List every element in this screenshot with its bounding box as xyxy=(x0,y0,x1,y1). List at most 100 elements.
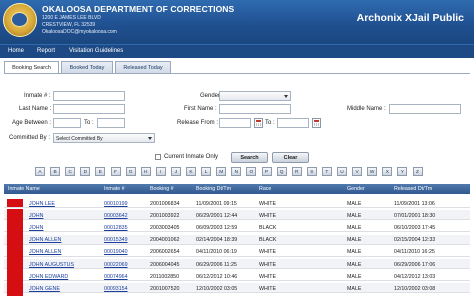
letter-filter-c[interactable]: C xyxy=(65,167,76,176)
booking-number: 2001006834 xyxy=(150,200,180,207)
letter-filter-i[interactable]: I xyxy=(155,167,166,176)
letter-filter-w[interactable]: W xyxy=(367,167,378,176)
last-name-label: Last Name : xyxy=(19,106,52,112)
first-name-input[interactable] xyxy=(219,104,291,114)
committed-by-select[interactable]: Select Committed By xyxy=(53,133,155,143)
inmate-number-link[interactable]: 00010199 xyxy=(104,201,128,207)
inmate-number-input[interactable] xyxy=(53,91,125,101)
calendar-icon[interactable] xyxy=(312,118,321,128)
inmate-name-link[interactable]: JOHN LEE xyxy=(29,201,55,207)
inmate-number-link[interactable]: 00074964 xyxy=(104,274,128,280)
booking-datetime: 06/29/2001 12:44 xyxy=(196,212,238,219)
col-race[interactable]: Race xyxy=(259,186,271,192)
col-released-datetime[interactable]: Released Dt/Tm xyxy=(394,186,432,192)
letter-filter-j[interactable]: J xyxy=(170,167,181,176)
race: WHITE xyxy=(259,273,277,280)
inmate-number-link[interactable]: 00022069 xyxy=(104,262,128,268)
inmate-name-link[interactable]: JOHN ALLEN xyxy=(29,249,61,255)
col-inmate-number[interactable]: Inmate # xyxy=(104,186,125,192)
col-inmate-name[interactable]: Inmate Name xyxy=(8,186,40,192)
inmate-name-link[interactable]: JOHN AUGUSTUS xyxy=(29,262,74,268)
calendar-icon[interactable] xyxy=(254,118,263,128)
letter-filter-y[interactable]: Y xyxy=(397,167,408,176)
nav-home[interactable]: Home xyxy=(8,48,24,54)
col-booking-number[interactable]: Booking # xyxy=(150,186,174,192)
booking-number: 2011002850 xyxy=(150,273,180,280)
chevron-down-icon xyxy=(284,95,288,98)
gender: MALE xyxy=(347,212,362,219)
age-between-label: Age Between : xyxy=(12,120,52,126)
agency-address-line1: 1200 E JAMES LEE BLVD xyxy=(42,15,101,21)
col-gender[interactable]: Gender xyxy=(347,186,365,192)
letter-filter-g[interactable]: G xyxy=(125,167,136,176)
released-datetime: 07/01/2001 18:30 xyxy=(394,212,436,219)
booking-datetime: 06/09/2003 12:59 xyxy=(196,224,238,231)
chevron-down-icon xyxy=(148,137,152,140)
inmate-name-link[interactable]: JOHN ALLEN xyxy=(29,237,61,243)
gender: MALE xyxy=(347,200,362,207)
nav-visitation-guidelines[interactable]: Visitation Guidelines xyxy=(69,48,123,54)
letter-filter-a[interactable]: A xyxy=(35,167,45,176)
race: WHITE xyxy=(259,249,277,256)
inmate-number-label: Inmate # : xyxy=(24,93,51,99)
race: WHITE xyxy=(259,285,277,292)
letter-filter-v[interactable]: V xyxy=(352,167,363,176)
inmate-number-link[interactable]: 00015349 xyxy=(104,237,128,243)
letter-filter-r[interactable]: R xyxy=(291,167,302,176)
release-from-input[interactable] xyxy=(219,118,251,128)
letter-filter-q[interactable]: Q xyxy=(276,167,287,176)
gender: MALE xyxy=(347,224,362,231)
age-to-input[interactable] xyxy=(97,118,125,128)
booking-number: 2006002654 xyxy=(150,249,180,256)
release-to-input[interactable] xyxy=(277,118,309,128)
letter-filter-t[interactable]: T xyxy=(321,167,332,176)
gender: MALE xyxy=(347,237,362,244)
letter-filter-x[interactable]: X xyxy=(382,167,393,176)
letter-filter-b[interactable]: B xyxy=(50,167,61,176)
letter-filter-k[interactable]: K xyxy=(186,167,196,176)
inmate-number-link[interactable]: 00012835 xyxy=(104,225,128,231)
letter-filter-s[interactable]: S xyxy=(306,167,317,176)
inmate-name-link[interactable]: JOHN GENE xyxy=(29,286,60,292)
released-datetime: 11/09/2001 13:06 xyxy=(394,200,435,207)
current-inmate-checkbox[interactable] xyxy=(155,154,161,160)
booking-datetime: 04/11/2010 06:19 xyxy=(196,249,237,256)
race: BLACK xyxy=(259,237,277,244)
booking-number: 2001003922 xyxy=(150,212,180,219)
committed-by-label: Committed By : xyxy=(9,135,51,141)
inmate-name-link[interactable]: JOHN EDWARD xyxy=(29,274,68,280)
table-row: JOHN 00012835 2003003405 06/09/2003 12:59 BL… xyxy=(4,222,470,233)
gender: MALE xyxy=(347,249,362,256)
inmate-number-link[interactable]: 00003642 xyxy=(104,213,128,219)
letter-filter-u[interactable]: U xyxy=(337,167,347,176)
agency-name: OKALOOSA DEPARTMENT OF CORRECTIONS xyxy=(42,4,235,14)
letter-filter-n[interactable]: N xyxy=(231,167,242,176)
col-booking-datetime[interactable]: Booking Dt/Tm xyxy=(196,186,231,192)
nav-report[interactable]: Report xyxy=(37,48,55,54)
letter-filter-o[interactable]: O xyxy=(246,167,257,176)
search-button[interactable]: Search xyxy=(231,152,268,163)
released-datetime: 06/29/2006 17:06 xyxy=(394,261,436,268)
letter-filter-p[interactable]: P xyxy=(261,167,272,176)
table-row: JOHN LEE 00010199 2001006834 11/09/2001 09:… xyxy=(4,198,470,208)
race: BLACK xyxy=(259,224,277,231)
booking-number: 2001007520 xyxy=(150,285,180,292)
inmate-number-link[interactable]: 00093154 xyxy=(104,286,128,292)
last-name-input[interactable] xyxy=(53,104,125,114)
letter-filter-f[interactable]: F xyxy=(110,167,121,176)
site-header: OKALOOSA DEPARTMENT OF CORRECTIONS 1200 … xyxy=(0,0,474,44)
letter-filter-z[interactable]: Z xyxy=(412,167,423,176)
inmate-number-link[interactable]: 00019040 xyxy=(104,249,128,255)
age-from-input[interactable] xyxy=(53,118,81,128)
booking-datetime: 06/29/2006 11:25 xyxy=(196,261,237,268)
letter-filter-e[interactable]: E xyxy=(95,167,106,176)
inmate-name-link[interactable]: JOHN xyxy=(29,225,43,231)
clear-button[interactable]: Clear xyxy=(272,152,309,163)
letter-filter-m[interactable]: M xyxy=(216,167,227,176)
letter-filter-l[interactable]: L xyxy=(201,167,212,176)
middle-name-input[interactable] xyxy=(389,104,461,114)
inmate-name-link[interactable]: JOHN xyxy=(29,213,43,219)
letter-filter-d[interactable]: D xyxy=(80,167,91,176)
gender-select[interactable] xyxy=(219,91,291,101)
letter-filter-h[interactable]: H xyxy=(140,167,151,176)
